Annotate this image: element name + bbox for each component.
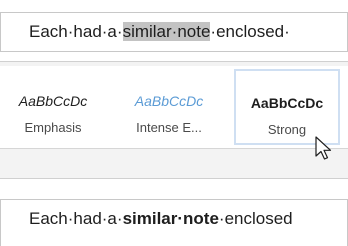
document-text-after[interactable]: Each·had·a·similar·note·enclosed [0,199,348,246]
text-segment: ·enclosed [218,209,293,228]
style-label: Emphasis [24,120,82,135]
styles-gallery: AaBbCcDc Emphasis AaBbCcDc Intense E... … [0,66,348,149]
style-strong[interactable]: AaBbCcDc Strong [234,69,340,145]
style-preview: AaBbCcDc [18,93,88,109]
style-emphasis[interactable]: AaBbCcDc Emphasis [0,69,106,145]
text-segment: Each·had·a· [29,22,123,41]
arrow-pointer-icon [315,136,332,160]
style-preview: AaBbCcDc [134,93,204,109]
style-label: Strong [267,122,307,137]
text-segment: ·enclosed· [210,22,290,41]
text-segment: Each·had·a· [29,209,123,228]
selected-text: similar·note [122,22,211,41]
style-preview: AaBbCcDc [250,95,324,111]
ribbon-styles-pane: AaBbCcDc Emphasis AaBbCcDc Intense E... … [0,61,348,179]
bold-text: similar·note [122,209,219,228]
style-label: Intense E... [136,120,202,135]
document-text-before[interactable]: Each·had·a·similar·note·enclosed· [0,12,348,52]
style-intense-emphasis[interactable]: AaBbCcDc Intense E... [116,69,222,145]
